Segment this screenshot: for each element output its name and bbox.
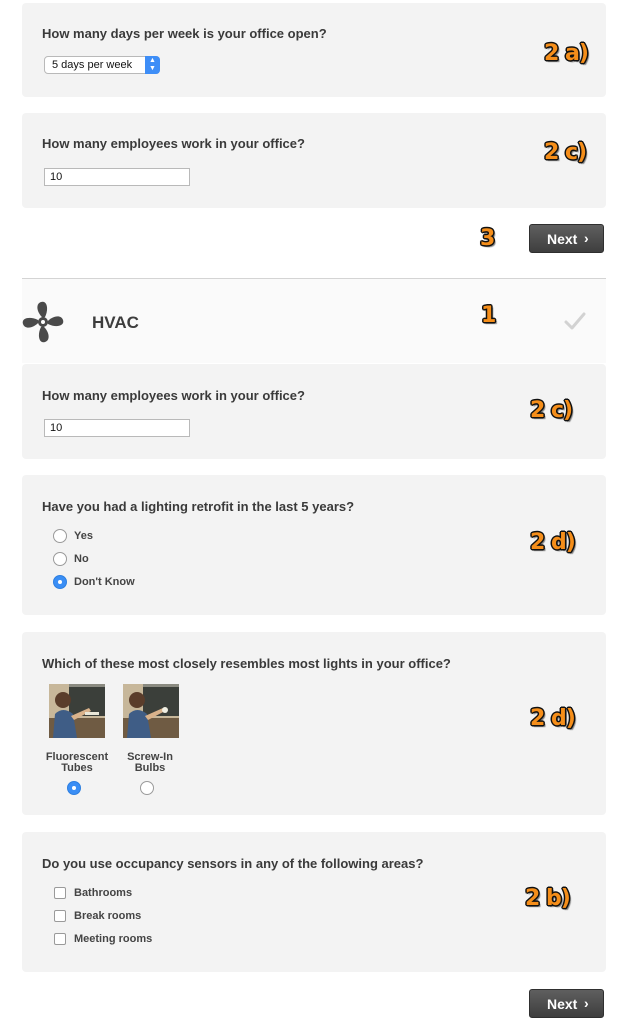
light-option-line2: Bulbs [134,762,166,774]
retrofit-option-label: Yes [74,530,93,542]
checkmark-icon [564,312,586,330]
employees-question: How many employees work in your office? [42,136,305,151]
fluorescent-tubes-image[interactable] [49,684,105,738]
sensors-option-label: Meeting rooms [74,933,153,945]
days-open-select[interactable]: 5 days per week ▲ ▼ [44,56,160,74]
sensors-checkbox-meeting-rooms[interactable] [54,933,66,945]
select-arrows-icon: ▲ ▼ [145,56,160,74]
retrofit-radio-dont-know[interactable] [53,575,67,589]
sensors-card: Do you use occupancy sensors in any of t… [22,832,606,972]
chevron-right-icon: › [584,995,589,1011]
employees-input[interactable] [44,419,190,437]
retrofit-radio-no[interactable] [53,552,67,566]
employees-card: How many employees work in your office? … [22,113,606,208]
days-open-question: How many days per week is your office op… [42,26,327,41]
employees-question: How many employees work in your office? [42,388,305,403]
annotation-label: 2 c) [530,398,573,423]
retrofit-option-label: No [74,553,89,565]
next-button-label: Next [547,231,578,247]
sensors-checkbox-bathrooms[interactable] [54,887,66,899]
sensors-option-label: Break rooms [74,910,142,922]
annotation-label: 2 d) [530,706,576,731]
light-type-question: Which of these most closely resembles mo… [42,656,451,671]
fan-icon [22,301,64,343]
annotation-label: 2 b) [525,886,571,911]
next-button-label: Next [547,996,578,1012]
annotation-label: 3 [480,226,495,251]
screw-in-bulbs-image[interactable] [123,684,179,738]
annotation-label: 2 a) [544,41,589,66]
annotation-label: 2 d) [530,530,576,555]
hvac-section-header[interactable]: HVAC 1 [22,279,606,363]
light-option-caption: Screw-In Bulbs [110,752,190,774]
annotation-label: 2 c) [544,140,587,165]
light-option-line2: Tubes [61,762,93,774]
annotation-label: 1 [481,303,496,328]
retrofit-option-label: Don't Know [74,576,135,588]
hvac-employees-card: How many employees work in your office? … [22,364,606,459]
light-option-caption: Fluorescent Tubes [37,752,117,774]
chevron-right-icon: › [584,230,589,246]
sensors-question: Do you use occupancy sensors in any of t… [42,856,424,871]
retrofit-card: Have you had a lighting retrofit in the … [22,475,606,615]
next-button[interactable]: Next › [529,224,604,253]
next-button[interactable]: Next › [529,989,604,1018]
screw-in-bulbs-radio[interactable] [140,781,154,795]
section-title: HVAC [92,313,139,332]
sensors-option-label: Bathrooms [74,887,133,899]
sensors-checkbox-break-rooms[interactable] [54,910,66,922]
retrofit-question: Have you had a lighting retrofit in the … [42,499,355,514]
fluorescent-tubes-radio[interactable] [67,781,81,795]
days-open-card: How many days per week is your office op… [22,3,606,97]
days-open-select-value: 5 days per week [52,59,133,71]
employees-input[interactable] [44,168,190,186]
retrofit-radio-yes[interactable] [53,529,67,543]
light-type-card: Which of these most closely resembles mo… [22,632,606,815]
